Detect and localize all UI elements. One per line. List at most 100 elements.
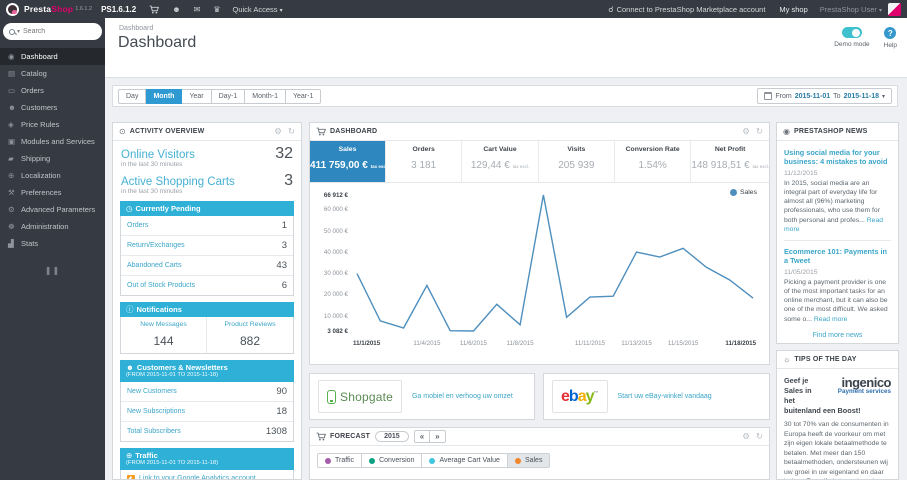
active-carts-link[interactable]: Active Shopping Carts	[121, 176, 235, 188]
sidebar-item-orders[interactable]: ▭ Orders	[0, 82, 105, 99]
kpi-conversion-rate[interactable]: Conversion Rate 1.54%	[615, 141, 692, 182]
customers-rows: New Customers 90 New Subscriptions 18 Tota…	[120, 381, 294, 442]
customers-icon: ☻	[8, 103, 16, 112]
sidebar-item-customers[interactable]: ☻ Customers	[0, 99, 105, 116]
mail-icon[interactable]: ✉	[194, 5, 201, 14]
marketplace-link[interactable]: ☌ Connect to PrestaShop Marketplace accou…	[608, 5, 765, 14]
new-customers-row[interactable]: New Customers 90	[121, 382, 293, 402]
ebay-link[interactable]: Start uw eBay-winkel vandaag	[618, 392, 712, 401]
google-analytics-link[interactable]: Link to your Google Analytics account	[120, 469, 294, 479]
read-more-link[interactable]: Read more	[814, 316, 848, 323]
user-menu[interactable]: PrestaShop User ▾	[820, 5, 882, 14]
demo-mode-toggle[interactable]	[841, 27, 862, 38]
employee-icon[interactable]: ☻	[172, 5, 180, 14]
ebay-logo[interactable]: ebay™	[552, 380, 608, 413]
clock-icon: ◷	[126, 204, 133, 213]
refresh-icon[interactable]: ↻	[756, 126, 763, 137]
quick-access-menu[interactable]: Quick Access ▾	[233, 5, 283, 14]
search-scope-dropdown[interactable]: ▾	[17, 28, 20, 35]
news-article-title[interactable]: Using social media for your business: 4 …	[784, 148, 891, 167]
kpi-row: Sales 411 759,00 € tax excl. Orders 3 181 …	[310, 141, 769, 183]
toggle-conversion[interactable]: Conversion	[362, 453, 423, 468]
pending-returns-row[interactable]: Return/Exchanges 3	[121, 236, 293, 256]
pending-abandoned-carts-row[interactable]: Abandoned Carts 43	[121, 256, 293, 276]
kpi-orders[interactable]: Orders 3 181	[386, 141, 463, 182]
date-range-toolbar: Day Month Year Day-1 Month-1 Year-1 From…	[112, 85, 898, 107]
sales-series-line	[356, 194, 754, 332]
breadcrumb[interactable]: Dashboard	[119, 25, 153, 32]
help-button[interactable]: ?	[884, 27, 897, 39]
collapse-menu-button[interactable]: ❚❚	[0, 266, 105, 275]
refresh-icon[interactable]: ↻	[756, 431, 763, 442]
tips-body: ingenico Payment services Geef je Sales …	[777, 369, 898, 479]
news-icon: ◉	[783, 127, 790, 136]
y-axis-tick: 10 000 €	[323, 312, 348, 320]
activity-panel-title: ACTIVITY OVERVIEW	[129, 128, 205, 135]
sidebar-item-localization[interactable]: ⊕ Localization	[0, 167, 105, 184]
new-subscriptions-row[interactable]: New Subscriptions 18	[121, 402, 293, 422]
range-year-1-button[interactable]: Year-1	[285, 88, 322, 104]
sidebar-item-stats[interactable]: ▟ Stats	[0, 235, 105, 252]
kpi-cart-value[interactable]: Cart Value 129,44 € tax excl.	[462, 141, 539, 182]
sidebar-item-dashboard[interactable]: ◉ Dashboard	[0, 48, 105, 65]
page-header: Dashboard Dashboard Demo mode ? Help	[105, 18, 907, 78]
legend-label: Sales	[739, 189, 757, 196]
date-range-picker[interactable]: From 2015-11-01 To 2015-11-18 ▾	[757, 88, 892, 104]
my-shop-link[interactable]: My shop	[779, 5, 807, 14]
refresh-icon[interactable]: ↻	[288, 126, 295, 137]
range-year-button[interactable]: Year	[182, 88, 212, 104]
x-axis-tick: 11/6/2015	[459, 340, 488, 347]
sidebar-item-shipping[interactable]: ▰ Shipping	[0, 150, 105, 167]
range-month-button[interactable]: Month	[146, 88, 183, 104]
brand-version: 1.6.1.2	[75, 6, 93, 12]
new-messages-cell[interactable]: New Messages 144	[121, 317, 207, 353]
toggle-sales[interactable]: Sales	[507, 453, 551, 468]
notifications-section: ⓘ Notifications New Messages 144 Product R…	[120, 302, 294, 354]
search-input[interactable]	[23, 28, 96, 35]
online-visitors-subtitle: in the last 30 minutes	[121, 161, 183, 168]
search-box[interactable]: ▾	[3, 23, 102, 40]
traffic-section: ⊕ Traffic (FROM 2015-11-01 TO 2015-11-18) …	[120, 447, 294, 479]
prestashop-logo[interactable]	[6, 2, 19, 16]
shopgate-logo[interactable]: Shopgate	[318, 380, 402, 413]
dashboard-icon: ◉	[8, 52, 15, 61]
range-month-1-button[interactable]: Month-1	[245, 88, 286, 104]
advanced-parameters-icon: ⚙	[8, 205, 15, 214]
pending-out-of-stock-row[interactable]: Out of Stock Products 6	[121, 276, 293, 295]
sidebar-item-administration[interactable]: ☸ Administration	[0, 218, 105, 235]
ingenico-logo[interactable]: ingenico Payment services	[825, 376, 892, 396]
cart-icon[interactable]	[149, 5, 160, 14]
forecast-prev-button[interactable]: «	[413, 430, 431, 443]
gear-icon[interactable]: ⚙	[274, 126, 282, 137]
news-panel-title: PRESTASHOP NEWS	[793, 128, 868, 135]
trophy-icon[interactable]: ♛	[213, 5, 220, 14]
toggle-average-cart-value[interactable]: Average Cart Value	[422, 453, 508, 468]
user-avatar[interactable]	[888, 2, 901, 16]
find-more-news-link[interactable]: Find more news	[784, 332, 891, 339]
sidebar-item-modules-and-services[interactable]: ▣ Modules and Services	[0, 133, 105, 150]
product-reviews-cell[interactable]: Product Reviews 882	[207, 317, 293, 353]
forecast-toggles: Traffic Conversion Average Cart Value Sa…	[317, 453, 769, 468]
sidebar-item-catalog[interactable]: ▤ Catalog	[0, 65, 105, 82]
sidebar-item-preferences[interactable]: ⚒ Preferences	[0, 184, 105, 201]
toggle-traffic[interactable]: Traffic	[317, 453, 363, 468]
gear-icon[interactable]: ⚙	[742, 126, 750, 137]
news-article-title[interactable]: Ecommerce 101: Payments in a Tweet	[784, 247, 891, 266]
range-day-button[interactable]: Day	[118, 88, 147, 104]
sidebar-item-price-rules[interactable]: ◈ Price Rules	[0, 116, 105, 133]
total-subscribers-row[interactable]: Total Subscribers 1308	[121, 422, 293, 441]
shopgate-link[interactable]: Ga mobiel en verhoog uw omzet	[412, 392, 513, 401]
chart-legend[interactable]: Sales	[729, 189, 757, 196]
online-visitors-value: 32	[275, 145, 293, 162]
pending-orders-row[interactable]: Orders 1	[121, 216, 293, 236]
sidebar-item-advanced-parameters[interactable]: ⚙ Advanced Parameters	[0, 201, 105, 218]
range-day-1-button[interactable]: Day-1	[211, 88, 246, 104]
gear-icon[interactable]: ⚙	[742, 431, 750, 442]
price-rules-icon: ◈	[8, 120, 14, 129]
news-article-excerpt: Picking a payment provider is one of the…	[784, 278, 888, 323]
online-visitors-link[interactable]: Online Visitors	[121, 149, 195, 161]
forecast-next-button[interactable]: »	[430, 430, 446, 443]
kpi-visits[interactable]: Visits 205 939	[539, 141, 615, 182]
kpi-sales[interactable]: Sales 411 759,00 € tax excl.	[310, 141, 388, 182]
kpi-net-profit[interactable]: Net Profit 148 918,51 € tax excl.	[691, 141, 769, 182]
